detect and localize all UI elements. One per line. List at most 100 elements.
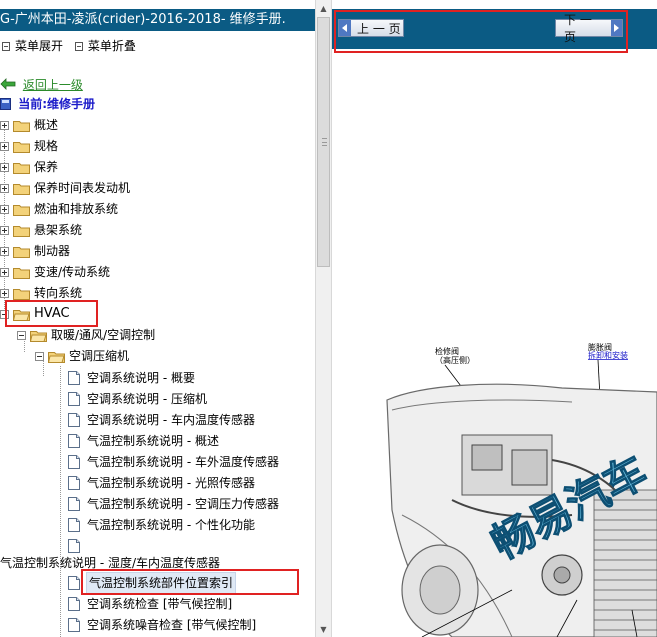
- tree-node-label: 保养时间表发动机: [34, 181, 131, 195]
- vehicle-engine-bay-illustration: 检修阀 （高压侧） 膨胀阀 拆卸和安装 畅易汽车: [386, 342, 657, 637]
- tree-doc-label: 空调系统检查 [带气候控制]: [87, 597, 233, 611]
- tree-node-label: 制动器: [34, 244, 71, 258]
- expand-icon[interactable]: [0, 246, 9, 256]
- collapse-icon[interactable]: [0, 309, 9, 319]
- folder-icon: [13, 162, 30, 174]
- tree-doc-item[interactable]: 气温控制系统说明 - 车外温度传感器: [68, 452, 279, 472]
- tree-doc-item[interactable]: 气温控制系统说明 - 光照传感器: [68, 473, 255, 493]
- scrollbar-thumb[interactable]: [317, 17, 330, 267]
- tree-doc-item[interactable]: 气温控制系统说明 - 个性化功能: [68, 515, 255, 535]
- callout-service-valve-title: 检修阀: [435, 346, 459, 356]
- expand-icon[interactable]: [0, 183, 9, 193]
- page-nav-bar: 上 一 页 下 一 页: [332, 9, 657, 49]
- right-arrow-icon: [610, 20, 622, 36]
- document-icon: [68, 518, 80, 532]
- tree-doc-item[interactable]: 空调系统说明 - 概要: [68, 368, 195, 388]
- open-folder-icon: [30, 330, 47, 342]
- tree-node-label: 悬架系统: [34, 223, 83, 237]
- tree-guide-line: [60, 366, 61, 637]
- tree-doc-label: 空调系统说明 - 概要: [87, 371, 195, 385]
- tree-doc-item[interactable]: 空调系统说明 - 车内温度传感器: [68, 410, 255, 430]
- expand-icon[interactable]: [0, 225, 9, 235]
- tree-doc-label: 气温控制系统说明 - 个性化功能: [87, 518, 255, 532]
- content-pane: 上 一 页 下 一 页 检修阀 （高压侧） 膨胀阀 拆卸和安装 畅易汽车: [332, 0, 657, 637]
- tree-node[interactable]: 燃油和排放系统: [0, 199, 118, 219]
- tree-node[interactable]: 概述: [0, 115, 58, 135]
- tree-node-hvac-control[interactable]: 取暖/通风/空调控制: [17, 325, 155, 345]
- tree-doc-label: 气温控制系统说明 - 空调压力传感器: [87, 497, 279, 511]
- expand-icon[interactable]: [0, 204, 9, 214]
- tree-node[interactable]: 制动器: [0, 241, 70, 261]
- document-icon: [68, 455, 80, 469]
- tree-node[interactable]: 保养: [0, 157, 58, 177]
- document-icon: [68, 371, 80, 385]
- folder-icon: [13, 183, 30, 195]
- grip-icon: [322, 138, 327, 146]
- tree-doc-label: 空调系统噪音检查 [带气候控制]: [87, 618, 257, 632]
- tree-doc-label: 气温控制系统说明 - 车外温度传感器: [87, 455, 279, 469]
- collapse-icon[interactable]: [35, 351, 44, 361]
- tree-doc-label: 气温控制系统说明 - 湿度/车内温度传感器: [0, 556, 221, 570]
- document-icon: [68, 597, 80, 611]
- prev-page-label: 上 一 页: [357, 21, 401, 36]
- expand-icon[interactable]: [0, 267, 9, 277]
- scroll-down-arrow-icon[interactable]: ▼: [316, 621, 331, 637]
- tree-node-label: HVAC: [34, 306, 70, 321]
- next-page-button[interactable]: 下 一 页: [555, 13, 623, 44]
- tree-node-label: 空调压缩机: [69, 349, 130, 363]
- folder-icon: [13, 288, 30, 300]
- folder-icon: [13, 246, 30, 258]
- left-arrow-icon: [339, 20, 351, 36]
- tree-scrollbar[interactable]: ▲ ▼: [315, 0, 332, 637]
- folder-icon: [13, 225, 30, 237]
- collapse-icon[interactable]: [17, 330, 26, 340]
- tree-doc-label: 空调系统说明 - 车内温度传感器: [87, 413, 255, 427]
- tree-doc-label: 空调系统说明 - 压缩机: [87, 392, 207, 406]
- callout-service-valve-sub: （高压侧）: [435, 355, 475, 365]
- tree-node[interactable]: 变速/传动系统: [0, 262, 110, 282]
- tree-doc-item[interactable]: 空调系统检查 [带气候控制]: [68, 594, 232, 614]
- tree-node[interactable]: 规格: [0, 136, 58, 156]
- tree-doc-label: 气温控制系统说明 - 概述: [87, 434, 219, 448]
- document-icon: [68, 392, 80, 406]
- tree-node[interactable]: 悬架系统: [0, 220, 82, 240]
- component-location-diagram: 检修阀 （高压侧） 膨胀阀 拆卸和安装 畅易汽车: [332, 340, 657, 637]
- expand-icon[interactable]: [0, 141, 9, 151]
- expand-icon[interactable]: [0, 162, 9, 172]
- tree-doc-item[interactable]: 气温控制系统说明 - 空调压力传感器: [68, 494, 279, 514]
- prev-page-button[interactable]: 上 一 页: [338, 19, 404, 37]
- tree-doc-item-selected[interactable]: 气温控制系统部件位置索引: [68, 572, 237, 594]
- document-icon: [68, 576, 80, 590]
- expand-icon[interactable]: [0, 288, 9, 298]
- tree-doc-label: 气温控制系统说明 - 光照传感器: [87, 476, 255, 490]
- open-folder-icon: [13, 309, 30, 321]
- navigation-pane: G-广州本田-凌派(crider)-2016-2018- 维修手册. 菜单展开 …: [0, 0, 315, 637]
- document-icon: [68, 434, 80, 448]
- callout-expansion-valve-link[interactable]: 拆卸和安装: [588, 350, 628, 360]
- expand-icon[interactable]: [0, 120, 9, 130]
- folder-icon: [13, 141, 30, 153]
- tree-doc-item[interactable]: 空调系统噪音检查 [带气候控制]: [68, 615, 256, 635]
- tree-node-label: 取暖/通风/空调控制: [51, 328, 156, 342]
- tree-node-label: 燃油和排放系统: [34, 202, 119, 216]
- folder-icon: [13, 120, 30, 132]
- document-icon: [68, 618, 80, 632]
- manual-viewer: G-广州本田-凌派(crider)-2016-2018- 维修手册. 菜单展开 …: [0, 0, 657, 637]
- tree-node-label: 规格: [34, 139, 59, 153]
- tree-node-compressor[interactable]: 空调压缩机: [35, 346, 129, 366]
- tree-node-hvac[interactable]: HVAC: [0, 304, 70, 324]
- folder-icon: [13, 204, 30, 216]
- tree-doc-item[interactable]: 空调系统说明 - 压缩机: [68, 389, 207, 409]
- next-page-label: 下 一 页: [564, 13, 592, 44]
- tree-node[interactable]: 转向系统: [0, 283, 82, 303]
- tree-node[interactable]: 保养时间表发动机: [0, 178, 130, 198]
- tree-doc-overflow-label[interactable]: 气温控制系统说明 - 湿度/车内温度传感器: [0, 553, 220, 573]
- folder-icon: [13, 267, 30, 279]
- document-icon: [68, 539, 80, 553]
- scroll-up-arrow-icon[interactable]: ▲: [316, 0, 331, 16]
- tree-doc-label: 气温控制系统部件位置索引: [85, 572, 237, 594]
- tree-node-label: 保养: [34, 160, 59, 174]
- document-icon: [68, 413, 80, 427]
- tree-doc-item[interactable]: 气温控制系统说明 - 概述: [68, 431, 219, 451]
- tree-node-label: 概述: [34, 118, 59, 132]
